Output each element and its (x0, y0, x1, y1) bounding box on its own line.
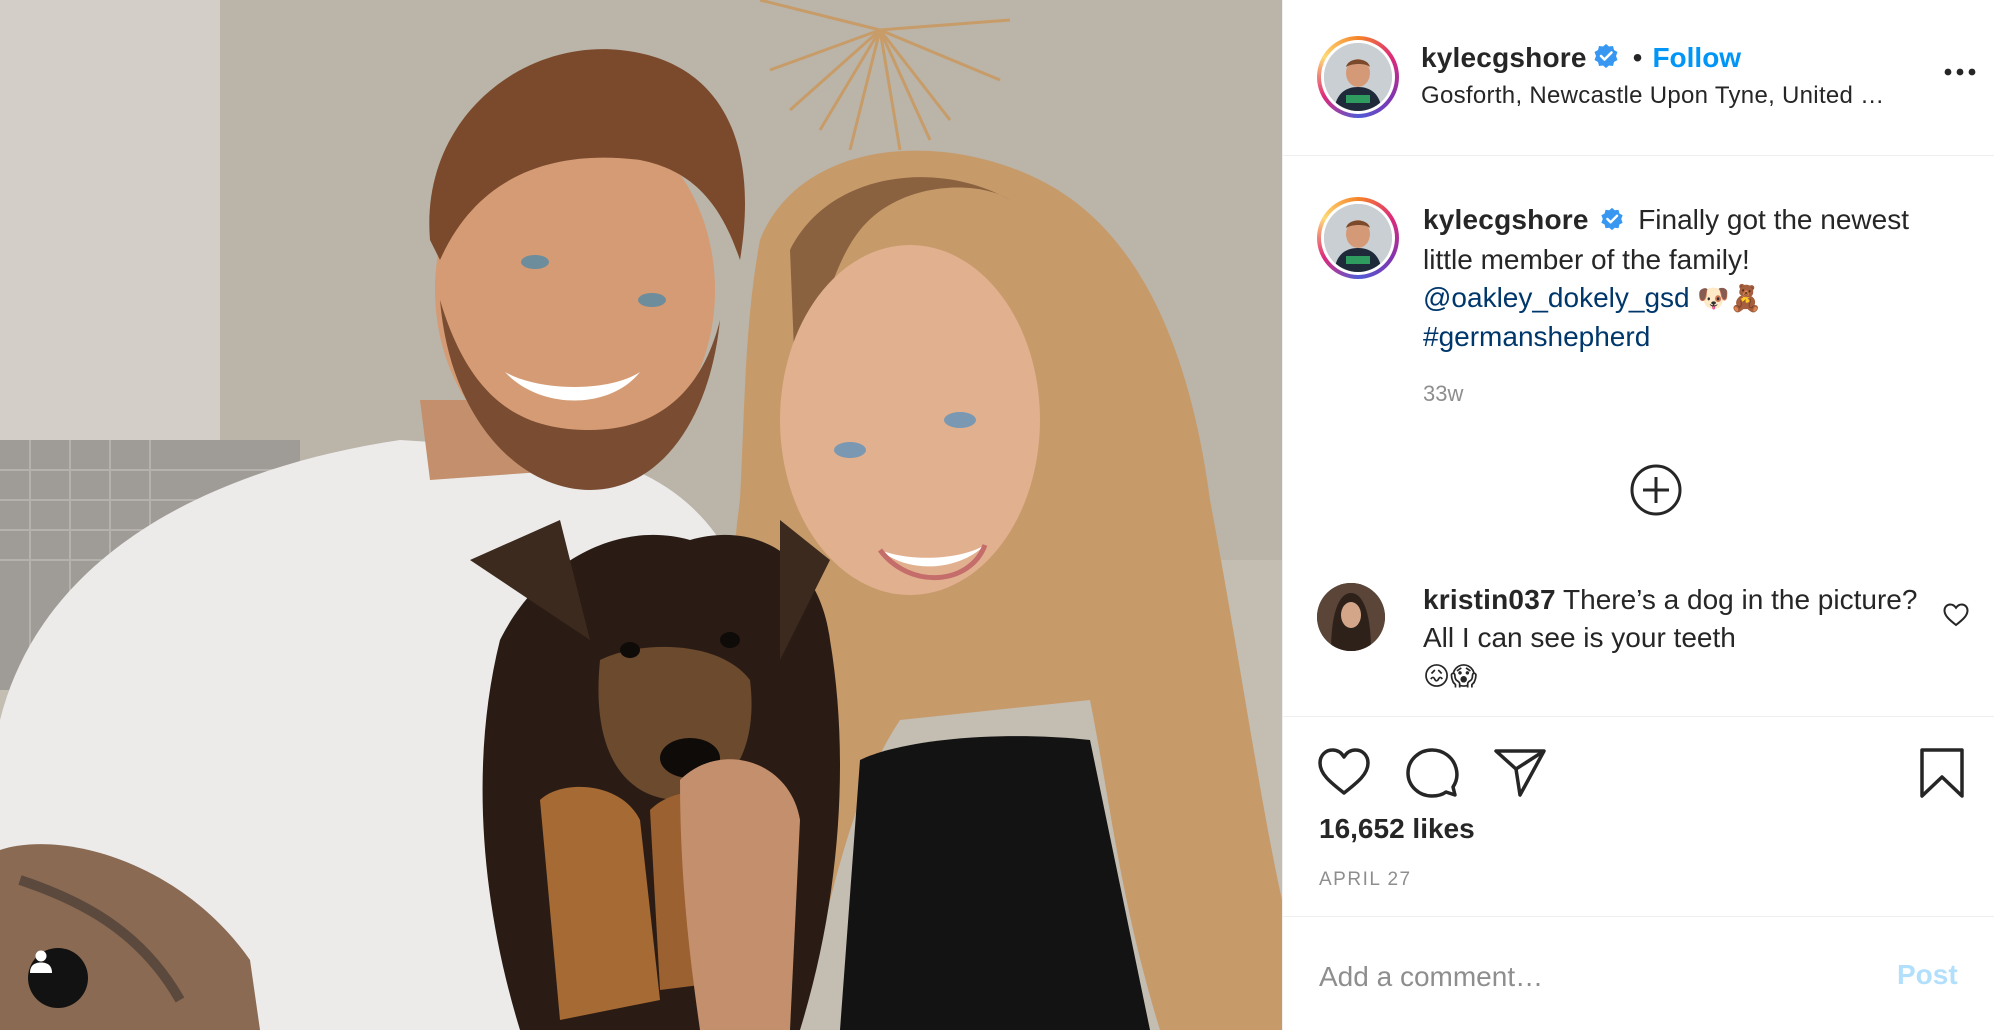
verified-badge-icon (1593, 43, 1619, 74)
post-comment-button[interactable]: Post (1897, 959, 1958, 991)
post-header: kylecgshore • Follow Gosforth, Newcastle… (1283, 0, 1994, 156)
plus-circle-icon[interactable] (1629, 463, 1683, 522)
caption-author-avatar[interactable] (1317, 197, 1399, 279)
post-actions: 16,652 likes APRIL 27 (1283, 716, 1994, 916)
bookmark-icon[interactable] (1919, 747, 1965, 804)
follow-button[interactable]: Follow (1652, 42, 1741, 74)
comments-section: kylecgshore Finally got the newest littl… (1283, 157, 1994, 717)
likes-count[interactable]: 16,652 likes (1319, 813, 1475, 845)
comment-item: kristin037 There’s a dog in the picture?… (1423, 581, 1923, 696)
tagged-users-button[interactable] (28, 948, 88, 1008)
caption-emoji: 🐶🧸 (1697, 283, 1763, 314)
heart-icon[interactable] (1317, 747, 1371, 802)
avatar-image (1324, 43, 1392, 111)
more-options-icon[interactable] (1943, 64, 1977, 82)
caption-timestamp[interactable]: 33w (1423, 381, 1463, 407)
post-location[interactable]: Gosforth, Newcastle Upon Tyne, United … (1421, 82, 1941, 110)
comment-like-heart-icon[interactable] (1943, 603, 1969, 632)
post-side-panel: kylecgshore • Follow Gosforth, Newcastle… (1282, 0, 1994, 1030)
post-photo[interactable] (0, 0, 1282, 1030)
commenter-avatar[interactable] (1317, 583, 1385, 651)
caption-hashtag[interactable]: #germanshepherd (1423, 321, 1650, 352)
share-icon[interactable] (1493, 747, 1547, 804)
avatar-image (1324, 204, 1392, 272)
caption-mention[interactable]: @oakley_dokely_gsd (1423, 282, 1690, 313)
comment-input[interactable] (1319, 957, 1839, 997)
author-avatar[interactable] (1317, 36, 1399, 118)
comment-emoji: 😖😱 (1423, 662, 1478, 692)
post-caption: kylecgshore Finally got the newest littl… (1423, 201, 1963, 356)
comment-username[interactable]: kristin037 (1423, 584, 1556, 615)
header-separator: • (1632, 42, 1643, 73)
avatar-image (1317, 583, 1385, 651)
author-username[interactable]: kylecgshore (1421, 42, 1587, 74)
caption-username[interactable]: kylecgshore (1423, 204, 1589, 235)
comment-icon[interactable] (1405, 747, 1459, 804)
add-comment-bar: Post (1283, 916, 1994, 1030)
post-date[interactable]: APRIL 27 (1319, 869, 1412, 891)
photo-illustration (0, 0, 1282, 1030)
verified-badge-icon (1600, 203, 1624, 241)
